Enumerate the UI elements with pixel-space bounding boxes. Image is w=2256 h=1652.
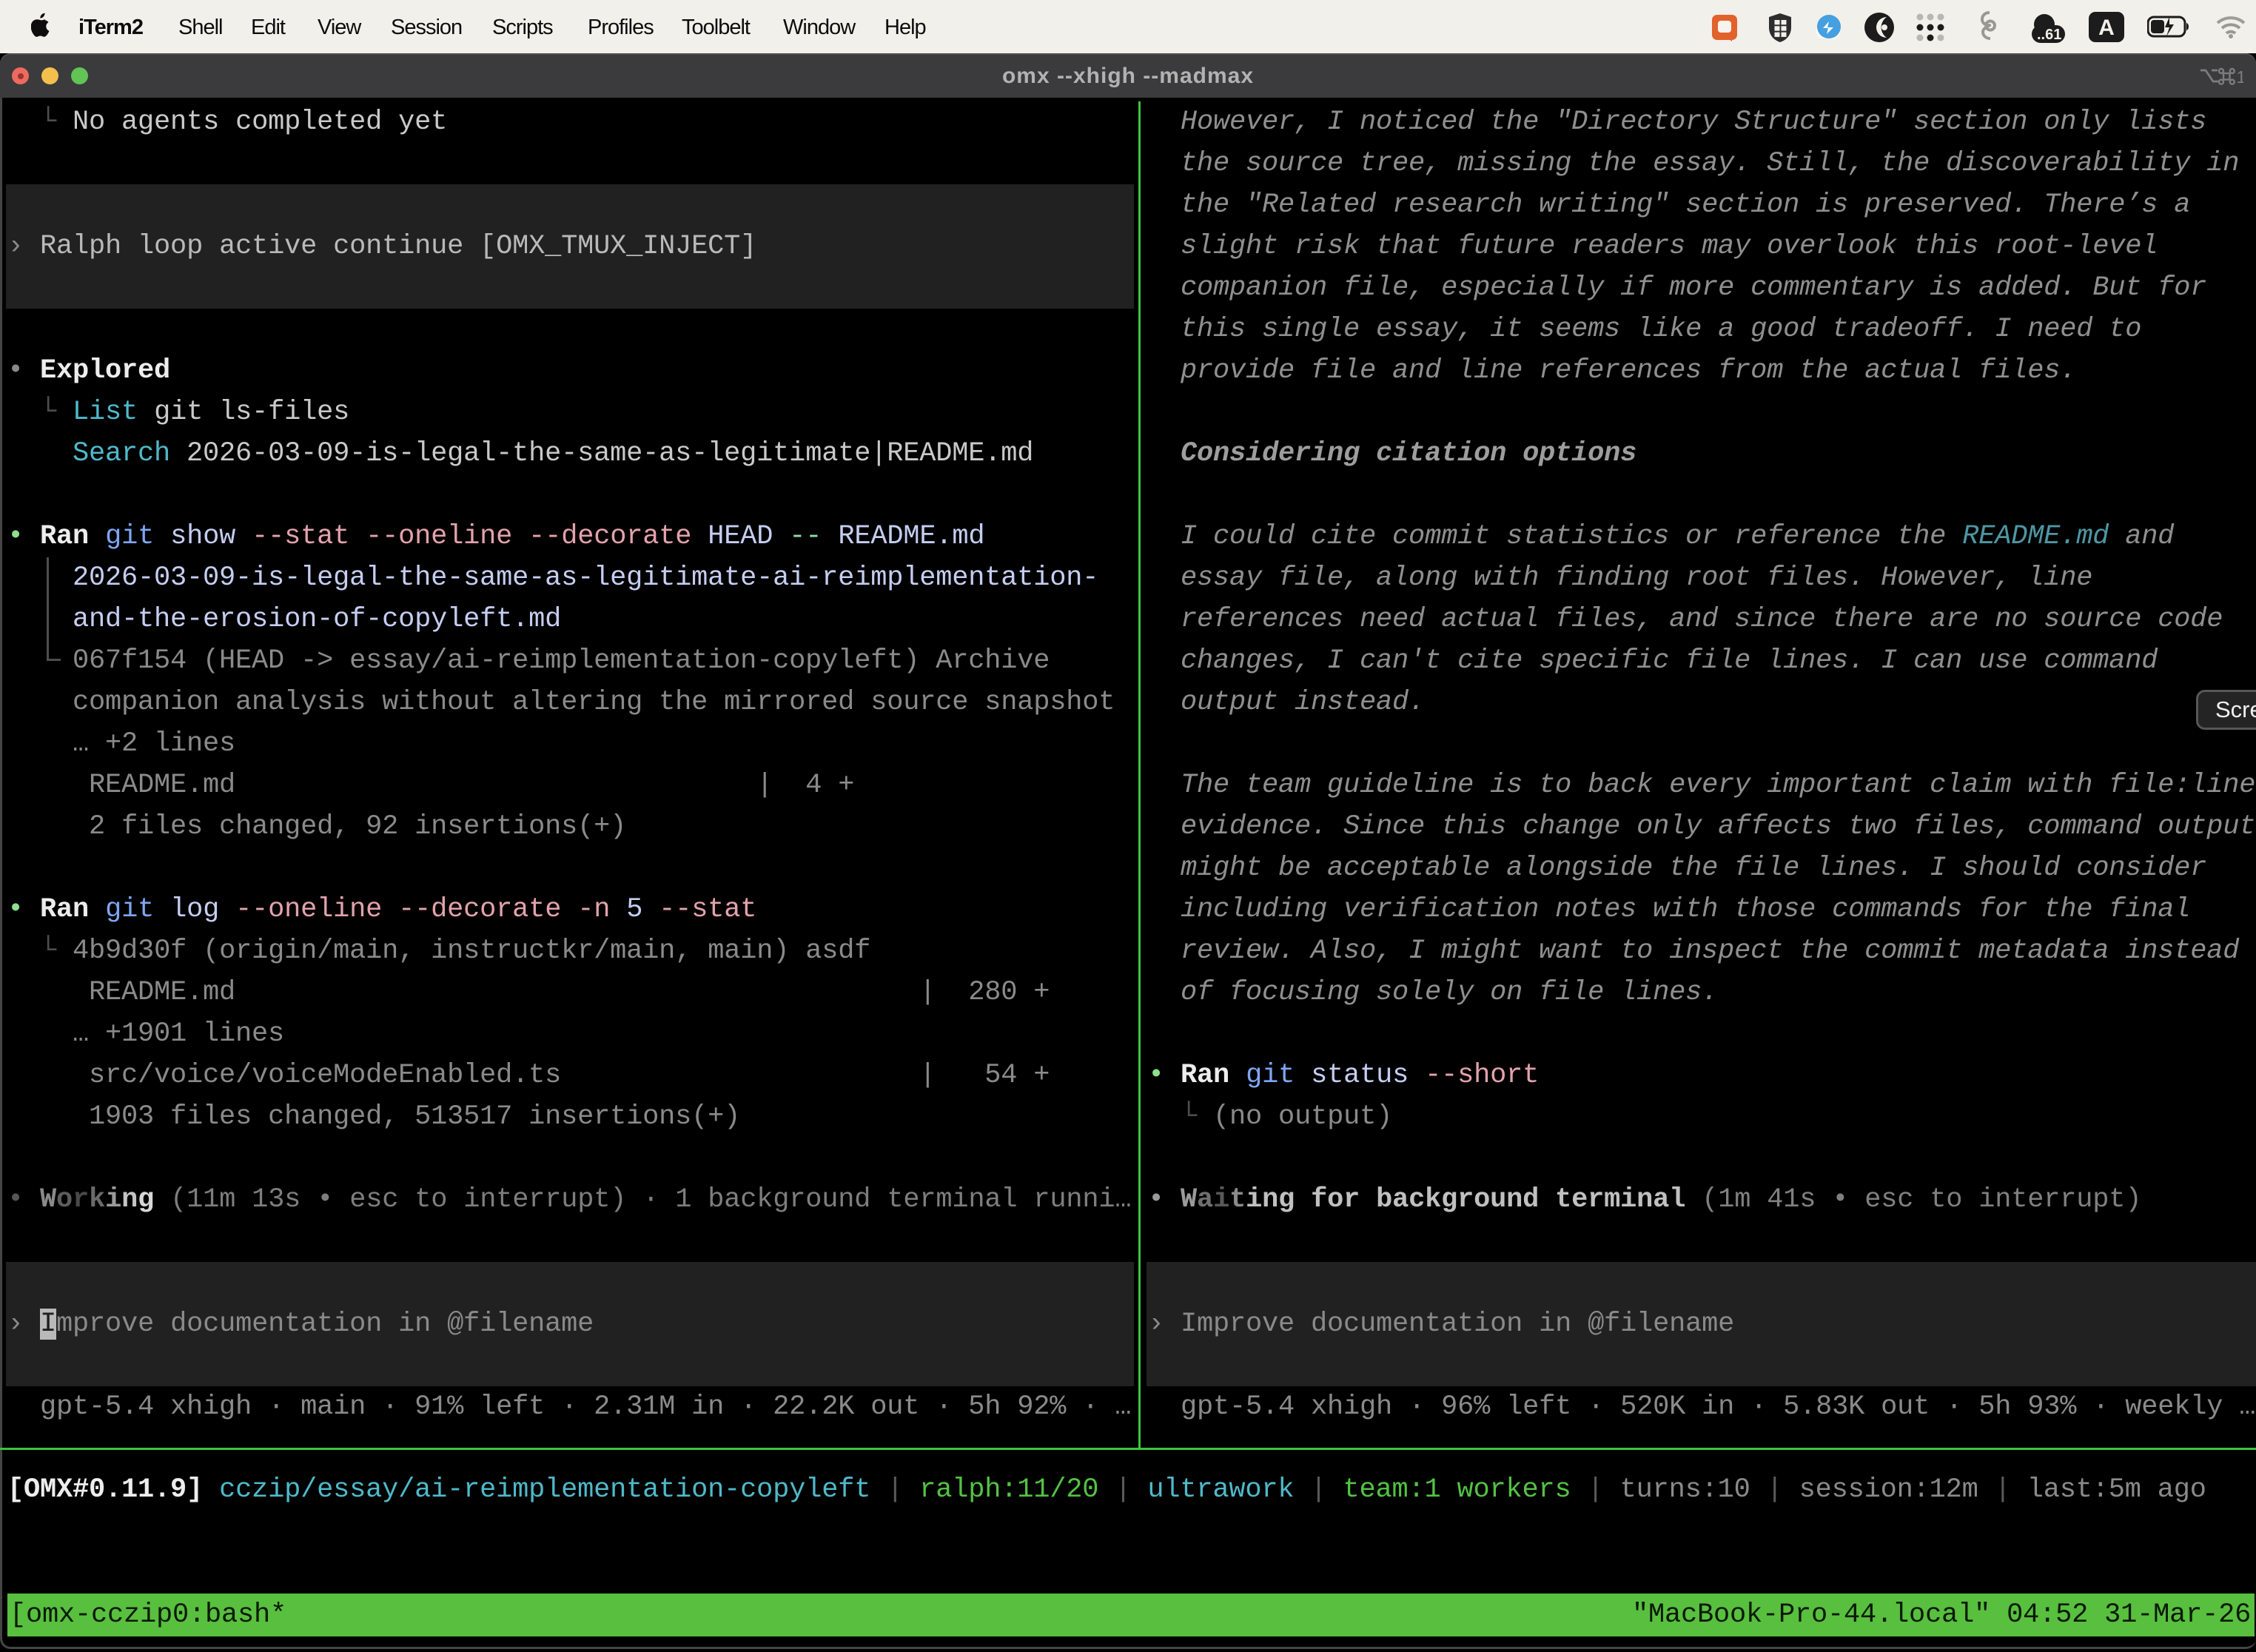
- svg-text:1: 1: [2237, 67, 2244, 87]
- svg-text:..61: ..61: [2037, 27, 2061, 43]
